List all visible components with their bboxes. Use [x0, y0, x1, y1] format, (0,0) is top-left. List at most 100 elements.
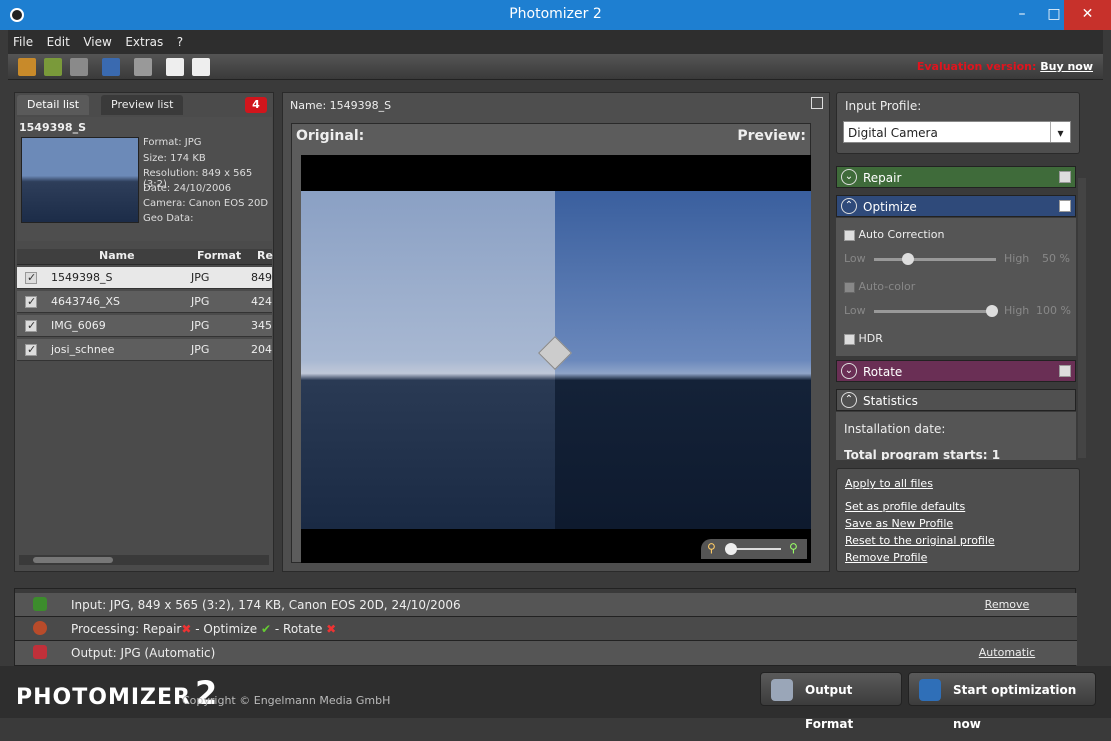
zoom-out-icon[interactable]: ⚲ [707, 541, 716, 555]
row-format: JPG [191, 343, 210, 356]
row-format: JPG [191, 319, 210, 332]
check-icon: ✔ [261, 622, 272, 636]
value-label-1: 50 % [1042, 252, 1070, 265]
set-defaults-link[interactable]: Set as profile defaults [845, 498, 1071, 515]
input-profile-box: Input Profile: Digital Camera ▾ [836, 92, 1080, 154]
logo-text: PHOTOMIZER [16, 685, 191, 710]
chevron-up-icon[interactable]: ⌃ [841, 392, 857, 408]
status-panel: Input: JPG, 849 x 565 (3:2), 174 KB, Can… [14, 588, 1077, 666]
scrollbar-thumb[interactable] [33, 557, 113, 563]
input-info: Input: JPG, 849 x 565 (3:2), 174 KB, Can… [71, 598, 461, 612]
menu-file[interactable]: File [8, 30, 38, 54]
detail-geo: Geo Data: [143, 213, 194, 224]
save-icon[interactable] [102, 58, 120, 76]
close-button[interactable]: ✕ [1064, 0, 1111, 30]
menu-view[interactable]: View [78, 30, 116, 54]
buy-now-link[interactable]: Buy now [1040, 60, 1093, 73]
image-viewport: ⚲ ⚲ [301, 155, 811, 563]
column-resolution[interactable]: Re [257, 249, 273, 262]
low-label-1: Low [844, 252, 866, 265]
scan-icon[interactable] [70, 58, 88, 76]
repair-checkbox[interactable] [1059, 171, 1071, 183]
optimize-section[interactable]: ⌃ Optimize [836, 195, 1076, 217]
statistics-section[interactable]: ⌃ Statistics [836, 389, 1076, 411]
menu-edit[interactable]: Edit [42, 30, 75, 54]
column-name[interactable]: Name [99, 249, 135, 262]
reset-profile-link[interactable]: Reset to the original profile [845, 532, 1071, 549]
zoom-knob[interactable] [725, 543, 737, 555]
auto-correction-label: Auto Correction [858, 228, 945, 241]
statistics-label: Statistics [863, 394, 918, 408]
slider-knob[interactable] [986, 305, 998, 317]
original-photo [301, 191, 811, 529]
slider-knob[interactable] [902, 253, 914, 265]
row-checkbox[interactable] [25, 315, 37, 337]
list-row[interactable]: 4643746_XS JPG 424 [17, 291, 272, 313]
hdr-option[interactable]: HDR [844, 332, 883, 345]
color-slider[interactable] [874, 305, 998, 317]
chevron-up-icon[interactable]: ⌃ [841, 198, 857, 214]
optimize-checkbox[interactable] [1059, 200, 1071, 212]
auto-color-option[interactable]: Auto-color [844, 280, 915, 293]
automatic-link[interactable]: Automatic [937, 641, 1077, 665]
copyright: Copyright © Engelmann Media GmbH [182, 694, 391, 707]
row-checkbox[interactable] [25, 339, 37, 361]
zoom-in-icon[interactable]: ⚲ [789, 541, 798, 555]
menu-extras[interactable]: Extras [120, 30, 168, 54]
row-checkbox[interactable] [25, 291, 37, 313]
row-format: JPG [191, 295, 210, 308]
tab-detail-list[interactable]: Detail list [17, 95, 90, 115]
list-row[interactable]: IMG_6069 JPG 345 [17, 315, 272, 337]
chevron-down-icon[interactable]: ⌄ [841, 169, 857, 185]
auto-correction-option[interactable]: Auto Correction [844, 228, 944, 241]
apply-all-link[interactable]: Apply to all files [845, 475, 1071, 492]
expand-icon[interactable] [811, 97, 823, 109]
installation-date: Installation date: [844, 422, 946, 436]
minimize-button[interactable]: – [1006, 0, 1038, 30]
list-row[interactable]: 1549398_S JPG 849 [17, 267, 272, 289]
column-format[interactable]: Format [197, 249, 241, 262]
zoom-slider[interactable] [725, 543, 781, 555]
title-bar: Photomizer 2 – □ ✕ [0, 0, 1111, 30]
rotate-section[interactable]: ⌄ Rotate [836, 360, 1076, 382]
vertical-scrollbar[interactable] [1078, 178, 1086, 458]
processing-info: Processing: Repair✖ - Optimize ✔ - Rotat… [71, 617, 336, 641]
image-name: Name: 1549398_S [290, 99, 392, 112]
detail-box: 1549398_S Format: JPG Size: 174 KB Resol… [17, 117, 272, 241]
row-checkbox[interactable] [25, 267, 37, 289]
auto-correction-checkbox[interactable] [844, 229, 855, 241]
output-format-button[interactable]: Output Format [760, 672, 902, 731]
add-folder-icon[interactable] [44, 58, 62, 76]
hdr-label: HDR [858, 332, 883, 345]
horizontal-scrollbar[interactable] [19, 555, 269, 565]
high-label-2: High [1004, 304, 1030, 317]
repair-label: Repair [863, 171, 902, 185]
auto-color-checkbox[interactable] [844, 281, 855, 293]
list-header: Name Format Re [17, 249, 273, 265]
save-profile-link[interactable]: Save as New Profile [845, 515, 1071, 532]
rotate-checkbox[interactable] [1059, 365, 1071, 377]
remove-profile-link[interactable]: Remove Profile [845, 549, 1071, 566]
remove-link[interactable]: Remove [937, 593, 1077, 617]
evaluation-label: Evaluation version: [916, 60, 1037, 73]
low-label-2: Low [844, 304, 866, 317]
rotate-label: Rotate [863, 365, 903, 379]
chevron-down-icon[interactable]: ⌄ [841, 363, 857, 379]
tab-preview-list[interactable]: Preview list [101, 95, 184, 115]
start-optimization-button[interactable]: Start optimization now [908, 672, 1096, 731]
row-name: IMG_6069 [51, 319, 106, 332]
list-row[interactable]: josi_schnee JPG 204 [17, 339, 272, 361]
repair-section[interactable]: ⌄ Repair [836, 166, 1076, 188]
split-view-icon[interactable] [192, 58, 210, 76]
open-image-icon[interactable] [18, 58, 36, 76]
input-profile-select[interactable]: Digital Camera ▾ [843, 121, 1071, 143]
single-view-icon[interactable] [166, 58, 184, 76]
correction-slider[interactable] [874, 253, 996, 265]
high-label-1: High [1004, 252, 1030, 265]
start-icon [919, 679, 941, 701]
delete-icon[interactable] [134, 58, 152, 76]
hdr-checkbox[interactable] [844, 333, 855, 345]
chevron-down-icon[interactable]: ▾ [1050, 122, 1070, 142]
menu-help[interactable]: ? [172, 30, 188, 54]
input-profile-value: Digital Camera [848, 126, 938, 140]
